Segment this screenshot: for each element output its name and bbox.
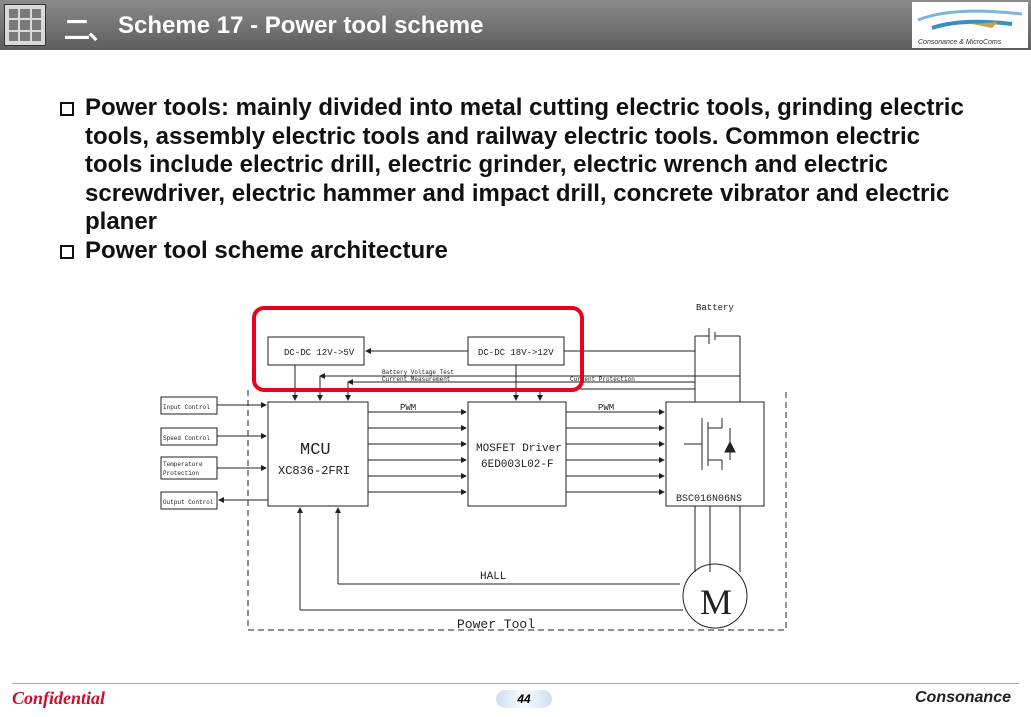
footer-divider [12,683,1019,684]
square-bullet-icon [60,244,74,259]
driver-title: MOSFET Driver [476,443,562,455]
mcu-title: MCU [300,441,331,460]
protection-label: Protection [163,470,199,477]
temperature-label: Temperature [163,461,203,468]
battery-voltage-label: Battery Voltage Test [382,369,454,376]
dcdc-12v-label: DC-DC 18V->12V [478,348,554,358]
motor-label: M [700,582,732,622]
dcdc-5v-label: DC-DC 12V->5V [284,348,355,358]
square-bullet-icon [60,102,74,116]
brand-name: Consonance [914,689,1011,706]
confidential-label: Confidential [12,688,106,708]
page-number: 44 [496,690,552,708]
logo-text: Consonance & MicroComs [918,39,1002,46]
mosfet-block [665,401,765,507]
pwm-left-label: PWM [400,403,416,413]
current-measurement-label: Current Measurement [382,376,450,383]
hall-label: HALL [480,571,506,583]
bullet-text: Power tool scheme architecture [85,236,448,264]
pwm-right-label: PWM [598,403,614,413]
logo-wave-icon [917,9,1023,30]
battery-label: Battery [696,303,734,313]
page-title: Scheme 17 - Power tool scheme [118,12,484,39]
power-tool-label: Power Tool [457,617,535,632]
company-logo: Consonance & MicroComs [912,2,1028,48]
output-control-label: Output Control [163,499,214,506]
grid-menu-icon[interactable] [4,4,46,46]
power-tool-architecture-diagram: Battery DC-DC 12V->5V DC-DC 18V->12V Bat… [160,303,787,632]
bullet-text: Power tools: mainly divided into metal c… [85,94,964,235]
section-number: 二、 [64,15,114,45]
mosfet-part-number: BSC016N06NS [676,494,742,505]
bullet-item: Power tools: mainly divided into metal c… [60,94,970,237]
input-control-label: Input Control [163,404,210,411]
speed-control-label: Speed Control [163,435,210,442]
title-bar: 二、 Scheme 17 - Power tool scheme Consona… [0,0,1031,50]
current-protection-label: Current Protection [570,376,635,383]
mcu-part-number: XC836-2FRI [278,464,350,478]
bullet-item: Power tool scheme architecture [60,237,970,266]
bullet-list: Power tools: mainly divided into metal c… [60,94,970,265]
driver-part-number: 6ED003L02-F [481,459,554,471]
